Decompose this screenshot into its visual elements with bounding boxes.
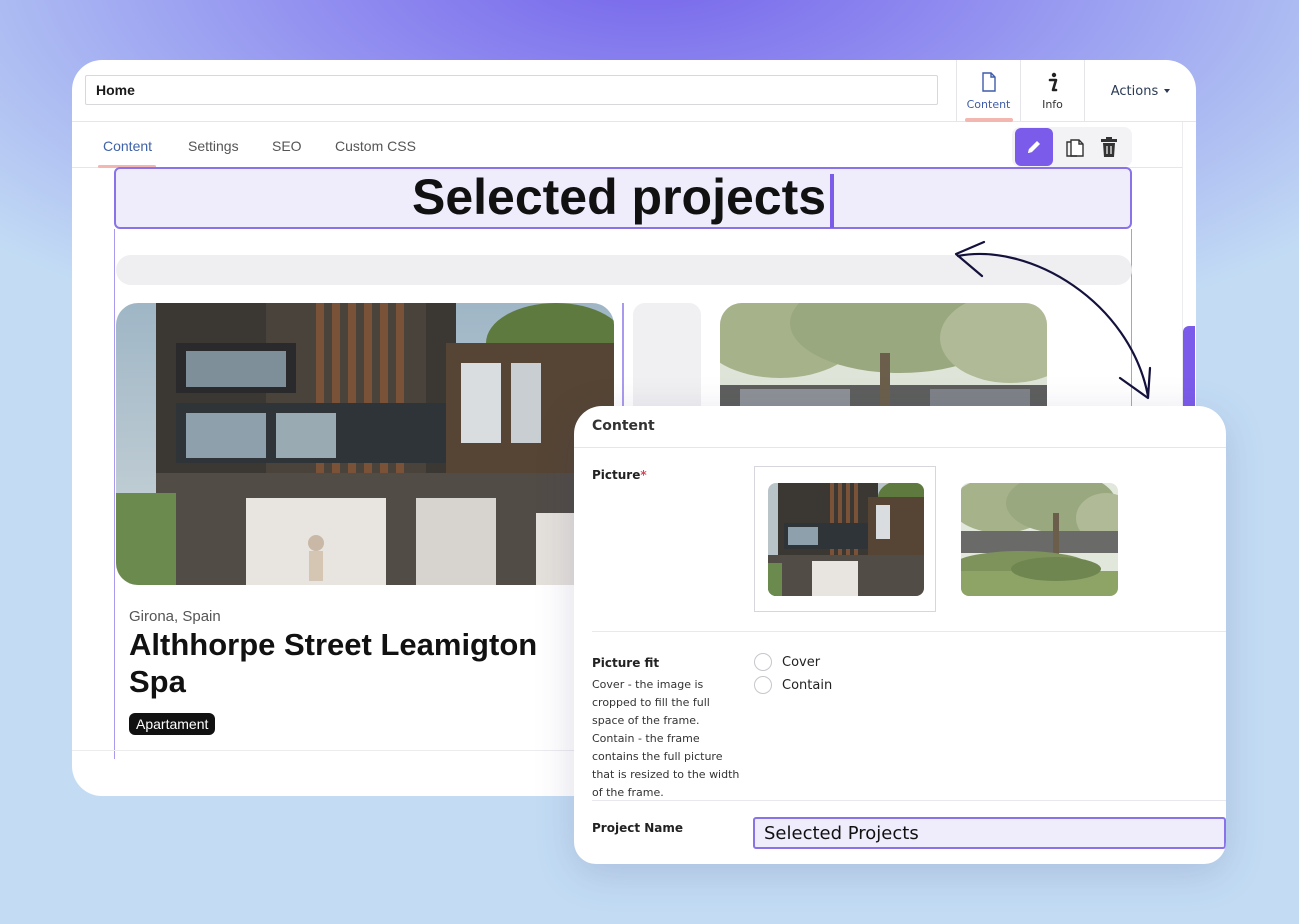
subtab-custom-css[interactable]: Custom CSS: [335, 138, 416, 154]
subtab-settings[interactable]: Settings: [188, 138, 239, 154]
divider: [592, 800, 1226, 801]
project-tag: Apartament: [129, 713, 216, 735]
tab-info[interactable]: Info: [1020, 60, 1084, 122]
info-icon: [1021, 72, 1084, 94]
delete-button[interactable]: [1096, 134, 1122, 160]
scrollbar-thumb[interactable]: [1183, 326, 1195, 416]
subtab-content[interactable]: Content: [103, 138, 152, 154]
project-name-label: Project Name: [592, 821, 684, 835]
radio-button[interactable]: [754, 676, 772, 694]
section-heading[interactable]: Selected projects: [114, 167, 1132, 229]
picture-fit-label: Picture fit: [592, 656, 660, 670]
tab-content-label: Content: [966, 98, 1011, 111]
radio-cover-label: Cover: [782, 654, 821, 670]
required-mark: *: [640, 468, 647, 482]
tab-content[interactable]: Content: [956, 60, 1020, 122]
project-image[interactable]: [116, 303, 614, 585]
picture-label: Picture*: [592, 468, 647, 482]
duplicate-icon: [1066, 139, 1084, 157]
subtab-seo[interactable]: SEO: [272, 138, 302, 154]
project-name-input[interactable]: Selected Projects: [753, 817, 1226, 849]
trash-icon: [1101, 137, 1117, 157]
curved-arrow-icon: [954, 240, 1152, 400]
radio-button[interactable]: [754, 653, 772, 671]
divider: [592, 631, 1226, 632]
divider: [574, 447, 1226, 448]
panel-title: Content: [592, 418, 655, 434]
duplicate-button[interactable]: [1062, 134, 1088, 160]
page-name-input[interactable]: Home: [85, 75, 938, 105]
text-cursor: [830, 173, 835, 228]
tab-info-label: Info: [1042, 98, 1063, 111]
document-icon: [957, 72, 1020, 94]
project-location: Girona, Spain: [129, 608, 221, 625]
edit-button[interactable]: [1015, 128, 1053, 166]
picture-label-text: Picture: [592, 468, 641, 482]
content-panel: Content Picture* Picture fit Cover - the…: [574, 406, 1226, 864]
radio-cover[interactable]: Cover: [754, 653, 820, 671]
pencil-icon: [1028, 141, 1040, 153]
project-title: Althhorpe Street Leamigton Spa: [129, 627, 538, 699]
actions-label: Actions: [1110, 83, 1159, 99]
section-heading-text: Selected projects: [411, 169, 827, 225]
caret-down-icon: [1164, 89, 1171, 93]
picture-fit-description: Cover - the image is cropped to fill the…: [592, 678, 740, 799]
picture-thumbnail-building[interactable]: [768, 483, 924, 596]
actions-dropdown[interactable]: Actions: [1084, 60, 1196, 122]
top-bar: Home Content Info Actions: [72, 60, 1196, 122]
radio-contain-label: Contain: [782, 677, 833, 693]
radio-contain[interactable]: Contain: [754, 676, 832, 694]
picture-thumbnail-tree[interactable]: [961, 483, 1118, 596]
